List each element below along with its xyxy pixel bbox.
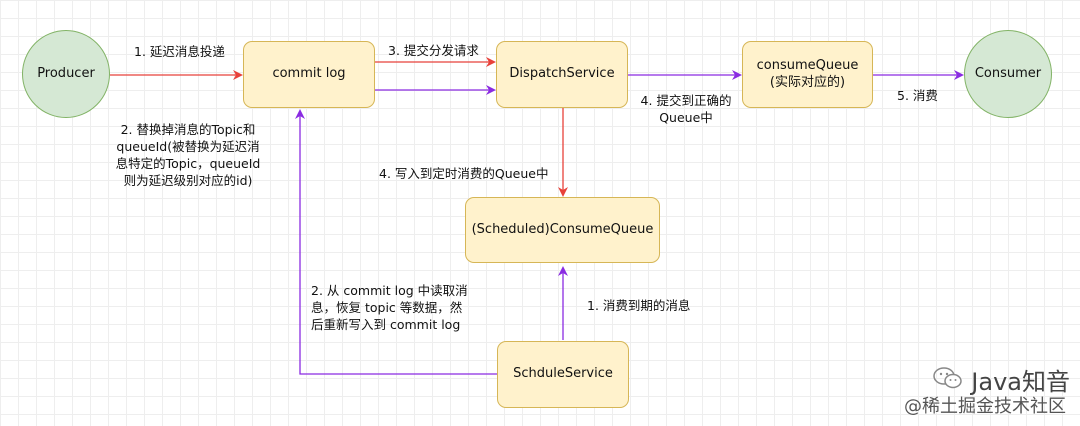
producer-label: Producer [37, 65, 95, 81]
watermark-sub: @稀土掘金技术社区 [904, 396, 1066, 417]
schedule-service-label: SchduleService [513, 366, 613, 382]
wechat-icon [933, 366, 963, 394]
edge-label-2-replace-topic: 2. 替换掉消息的Topic和 queueId(被替换为延迟消 息特定的Topi… [115, 122, 261, 188]
producer-node: Producer [22, 30, 110, 118]
edge-label-5-consume: 5. 消费 [897, 88, 938, 103]
scheduled-consume-queue-label: (Scheduled)ConsumeQueue [471, 221, 654, 237]
consume-queue-label: consumeQueue (实际对应的) [756, 57, 859, 90]
edge-label-3-submit-dispatch: 3. 提交分发请求 [388, 43, 479, 58]
edge-label-4-correct-queue: 4. 提交到正确的 Queue中 [640, 93, 732, 125]
dispatch-service-label: DispatchService [509, 66, 615, 82]
edge-label-s2-reread-commitlog: 2. 从 commit log 中读取消 息，恢复 topic 等数据，然 后重… [311, 283, 468, 332]
commit-log-node: commit log [243, 41, 375, 108]
consume-queue-node: consumeQueue (实际对应的) [742, 41, 873, 108]
dispatch-service-node: DispatchService [496, 41, 628, 108]
edge-label-1-delay-deliver: 1. 延迟消息投递 [134, 44, 225, 59]
edge-label-s1-expired-messages: 1. 消费到期的消息 [587, 298, 691, 313]
consumer-node: Consumer [964, 30, 1052, 118]
scheduled-consume-queue-node: (Scheduled)ConsumeQueue [465, 197, 660, 263]
commit-log-label: commit log [272, 66, 346, 82]
schedule-service-node: SchduleService [497, 341, 629, 408]
edge-label-4-scheduled-queue: 4. 写入到定时消费的Queue中 [379, 166, 549, 181]
consumer-label: Consumer [974, 65, 1042, 81]
